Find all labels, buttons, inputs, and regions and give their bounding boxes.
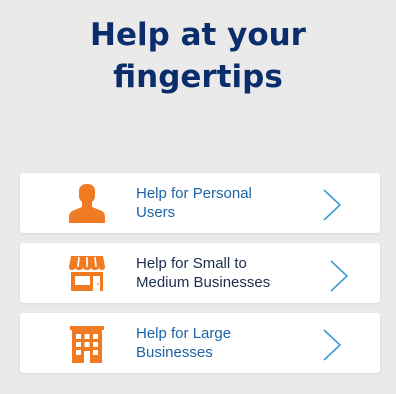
help-small-medium-businesses-card[interactable]: Help for Small to Medium Businesses — [20, 243, 380, 303]
page-title-line-1: Help at your — [90, 17, 306, 53]
office-building-icon — [70, 326, 104, 363]
person-icon — [69, 184, 105, 223]
chevron-right-icon[interactable] — [327, 259, 351, 293]
chevron-right-icon[interactable] — [320, 328, 344, 362]
help-small-medium-businesses-label[interactable]: Help for Small to Medium Businesses — [136, 254, 316, 292]
help-personal-users-card[interactable]: Help for Personal Users — [20, 173, 380, 233]
page-title-line-2: fingertips — [113, 59, 283, 95]
page-title: Help at your fingertips — [0, 14, 396, 98]
help-personal-users-label[interactable]: Help for Personal Users — [136, 184, 316, 222]
help-large-businesses-card[interactable]: Help for Large Businesses — [20, 313, 380, 373]
help-large-businesses-label[interactable]: Help for Large Businesses — [136, 324, 316, 362]
chevron-right-icon[interactable] — [320, 188, 344, 222]
storefront-icon — [69, 256, 105, 291]
